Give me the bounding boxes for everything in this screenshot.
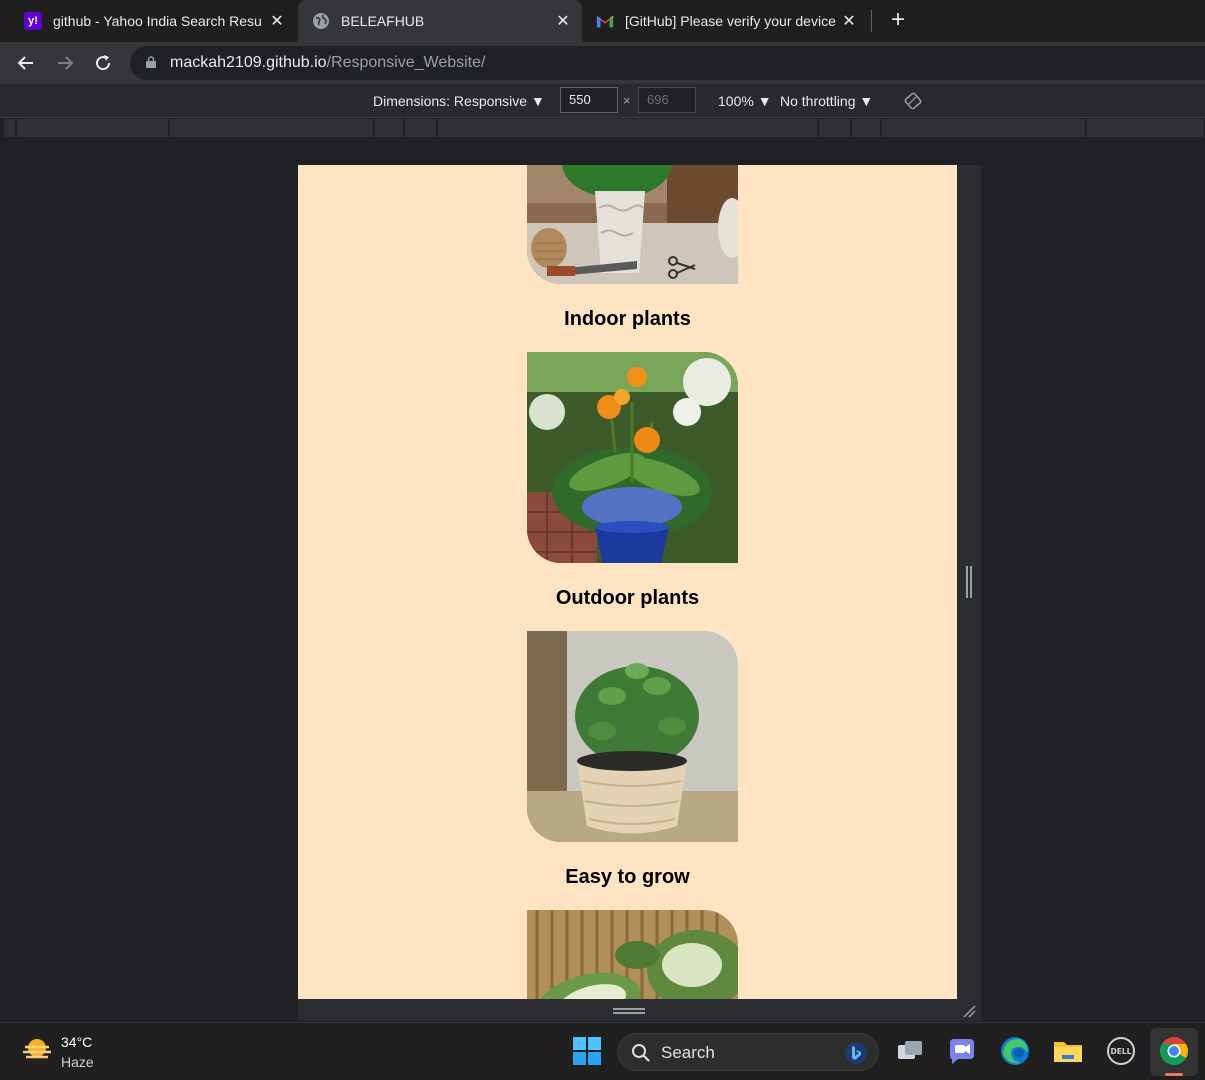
url-text[interactable]: mackah2109.github.io/Responsive_Website/	[170, 54, 485, 72]
tab-title: github - Yahoo India Search Resu	[53, 13, 262, 29]
dimensions-dropdown[interactable]: Dimensions: Responsive ▼	[373, 93, 545, 109]
media-query-segment[interactable]	[852, 119, 881, 137]
width-resize-handle[interactable]	[966, 566, 972, 598]
new-tab-button[interactable]: +	[884, 6, 912, 34]
tab-strip: y! github - Yahoo India Search Resu ✕ BE…	[0, 0, 1205, 42]
task-view-icon[interactable]	[894, 1035, 926, 1067]
search-label: Search	[661, 1043, 715, 1062]
chrome-icon[interactable]	[1158, 1035, 1190, 1067]
category-caption: Easy to grow	[565, 866, 690, 888]
file-explorer-icon[interactable]	[1052, 1035, 1084, 1067]
category-caption: Indoor plants	[564, 308, 691, 330]
windows-start-icon[interactable]	[571, 1035, 603, 1067]
active-app-indicator	[1165, 1073, 1183, 1076]
tab-yahoo-search[interactable]: y! github - Yahoo India Search Resu ✕	[0, 0, 296, 42]
tab-close-icon[interactable]: ✕	[836, 11, 862, 31]
dell-icon[interactable]: DELL	[1105, 1035, 1137, 1067]
media-query-segment[interactable]	[375, 119, 404, 137]
teams-chat-icon[interactable]	[946, 1035, 978, 1067]
device-toolbar: Dimensions: Responsive ▼ 550 × 696 100% …	[0, 84, 1205, 118]
tab-close-icon[interactable]: ✕	[264, 11, 290, 31]
lock-icon	[146, 56, 156, 68]
tab-separator	[871, 10, 872, 32]
globe-icon	[312, 12, 330, 30]
address-bar[interactable]: mackah2109.github.io/Responsive_Website/	[130, 46, 1205, 80]
tab-title: BELEAFHUB	[341, 13, 425, 29]
outdoor-plant-image	[527, 352, 738, 563]
media-query-bar	[0, 118, 1205, 138]
reload-button[interactable]	[90, 50, 116, 76]
haze-weather-icon[interactable]	[22, 1037, 52, 1063]
edge-icon[interactable]	[999, 1035, 1031, 1067]
forward-button[interactable]	[52, 50, 78, 76]
dimension-times: ×	[623, 93, 631, 108]
bing-icon[interactable]	[844, 1041, 868, 1065]
zoom-dropdown[interactable]: 100% ▼	[718, 93, 772, 109]
width-input[interactable]: 550	[560, 87, 618, 113]
weather-temperature[interactable]: 34°C	[61, 1034, 92, 1050]
taskbar-search[interactable]: Search	[617, 1033, 879, 1071]
media-query-segment[interactable]	[1087, 119, 1205, 137]
rotate-icon[interactable]	[904, 92, 922, 110]
svg-text:DELL: DELL	[1111, 1047, 1132, 1056]
media-query-segment[interactable]	[170, 119, 374, 137]
media-query-segment[interactable]	[819, 119, 851, 137]
category-caption: Outdoor plants	[555, 587, 700, 609]
tab-beleafhub[interactable]: BELEAFHUB ✕	[298, 0, 582, 42]
taskbar: 34°C Haze Search DELL	[0, 1022, 1205, 1080]
url-host: mackah2109.github.io	[170, 54, 327, 71]
height-resize-handle[interactable]	[613, 1008, 645, 1014]
media-query-segment[interactable]	[438, 119, 818, 137]
variegated-plant-image	[527, 910, 738, 999]
corner-resize-icon[interactable]	[962, 1004, 976, 1018]
back-button[interactable]	[13, 50, 39, 76]
browser-toolbar: mackah2109.github.io/Responsive_Website/	[0, 42, 1205, 84]
media-query-segment[interactable]	[405, 119, 437, 137]
url-path: /Responsive_Website/	[326, 54, 486, 71]
weather-condition[interactable]: Haze	[61, 1054, 94, 1070]
page-viewport: Indoor plants Outdoor plants Easy to gro…	[298, 165, 957, 999]
indoor-plant-image	[527, 165, 738, 284]
media-query-segment[interactable]	[882, 119, 1086, 137]
tab-title: [GitHub] Please verify your device	[625, 13, 836, 29]
media-query-segment[interactable]	[17, 119, 169, 137]
easy-grow-plant-image	[527, 631, 738, 842]
tab-close-icon[interactable]: ✕	[550, 11, 576, 31]
search-icon	[632, 1044, 650, 1062]
tab-gmail-github[interactable]: [GitHub] Please verify your device ✕	[584, 0, 868, 42]
gmail-icon	[596, 12, 614, 30]
throttling-dropdown[interactable]: No throttling ▼	[780, 93, 873, 109]
height-input[interactable]: 696	[638, 87, 696, 113]
media-query-segment[interactable]	[4, 119, 16, 137]
yahoo-icon: y!	[24, 12, 42, 30]
